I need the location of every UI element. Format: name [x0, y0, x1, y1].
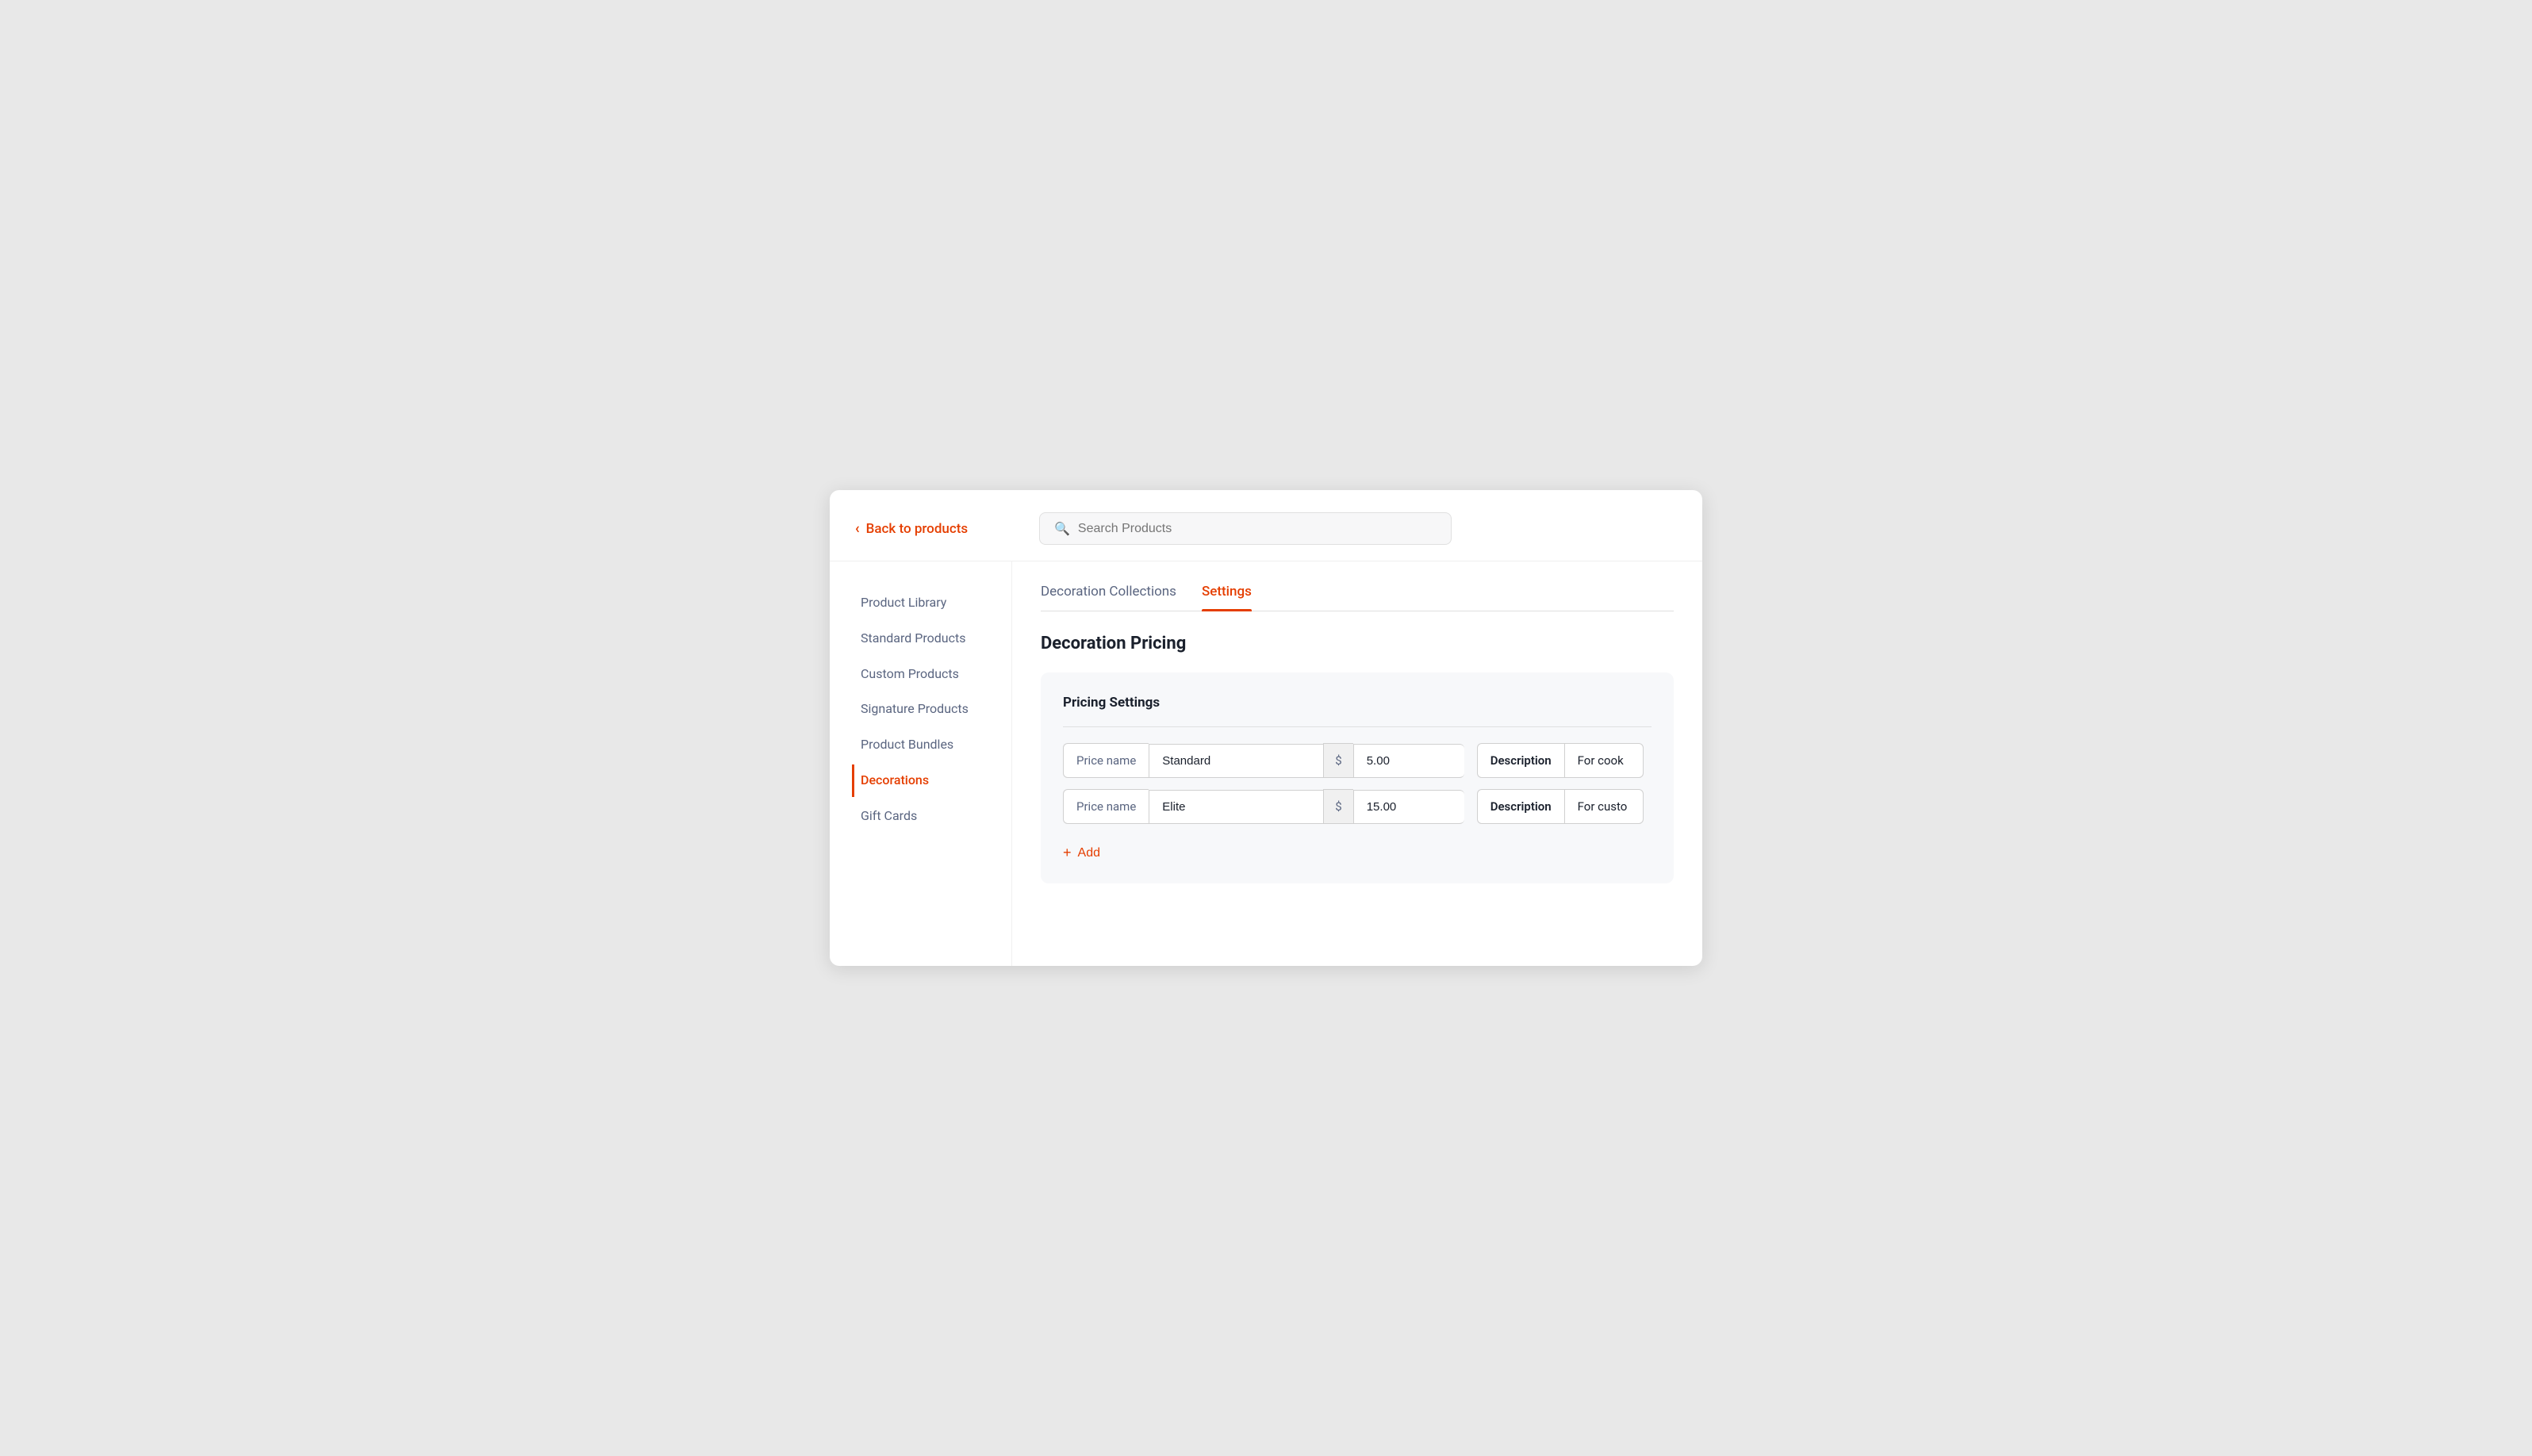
price-name-label-0: Price name [1063, 743, 1149, 778]
sidebar-item-product-library[interactable]: Product Library [852, 587, 1011, 619]
amount-input-0[interactable] [1353, 744, 1464, 778]
main-layout: Product Library Standard Products Custom… [830, 561, 1702, 966]
pricing-row-1: Price name $ Description For custo [1063, 789, 1652, 824]
search-input[interactable] [1078, 522, 1437, 536]
chevron-left-icon: ‹ [855, 520, 860, 537]
add-label: Add [1078, 846, 1100, 860]
price-name-input-0[interactable] [1149, 744, 1323, 778]
plus-icon: + [1063, 845, 1072, 861]
sidebar: Product Library Standard Products Custom… [830, 561, 1012, 966]
sidebar-item-custom-products[interactable]: Custom Products [852, 658, 1011, 691]
amount-input-1[interactable] [1353, 790, 1464, 824]
pricing-settings-title: Pricing Settings [1063, 695, 1652, 711]
tab-settings[interactable]: Settings [1202, 584, 1252, 611]
back-to-products-link[interactable]: ‹ Back to products [855, 520, 1014, 537]
currency-symbol-1: $ [1323, 789, 1352, 824]
description-value-1: For custo [1564, 789, 1644, 824]
sidebar-item-gift-cards[interactable]: Gift Cards [852, 800, 1011, 833]
sidebar-item-decorations[interactable]: Decorations [852, 764, 1011, 797]
page-heading: Decoration Pricing [1041, 634, 1674, 653]
price-row-container-0: Price name $ [1063, 743, 1464, 778]
search-bar: 🔍 [1039, 512, 1452, 545]
price-name-label-1: Price name [1063, 789, 1149, 824]
add-pricing-row-button[interactable]: + Add [1063, 835, 1100, 864]
tabs: Decoration Collections Settings [1041, 584, 1674, 611]
sidebar-item-product-bundles[interactable]: Product Bundles [852, 729, 1011, 761]
description-label-1: Description [1477, 789, 1564, 824]
sidebar-item-standard-products[interactable]: Standard Products [852, 623, 1011, 655]
divider [1063, 726, 1652, 727]
description-label-0: Description [1477, 743, 1564, 778]
currency-symbol-0: $ [1323, 743, 1352, 778]
price-row-container-1: Price name $ [1063, 789, 1464, 824]
sidebar-item-signature-products[interactable]: Signature Products [852, 693, 1011, 726]
description-value-0: For cook [1564, 743, 1644, 778]
search-icon: 🔍 [1054, 521, 1070, 536]
app-container: ‹ Back to products 🔍 Product Library Sta… [830, 490, 1702, 966]
price-name-input-1[interactable] [1149, 790, 1323, 824]
pricing-row-0: Price name $ Description For cook [1063, 743, 1652, 778]
top-bar: ‹ Back to products 🔍 [830, 490, 1702, 561]
desc-group-0: Description For cook [1477, 743, 1652, 778]
back-link-label: Back to products [866, 521, 969, 537]
desc-group-1: Description For custo [1477, 789, 1652, 824]
pricing-card: Pricing Settings Price name $ Descriptio… [1041, 672, 1674, 883]
tab-decoration-collections[interactable]: Decoration Collections [1041, 584, 1176, 611]
content-area: Decoration Collections Settings Decorati… [1012, 561, 1702, 966]
